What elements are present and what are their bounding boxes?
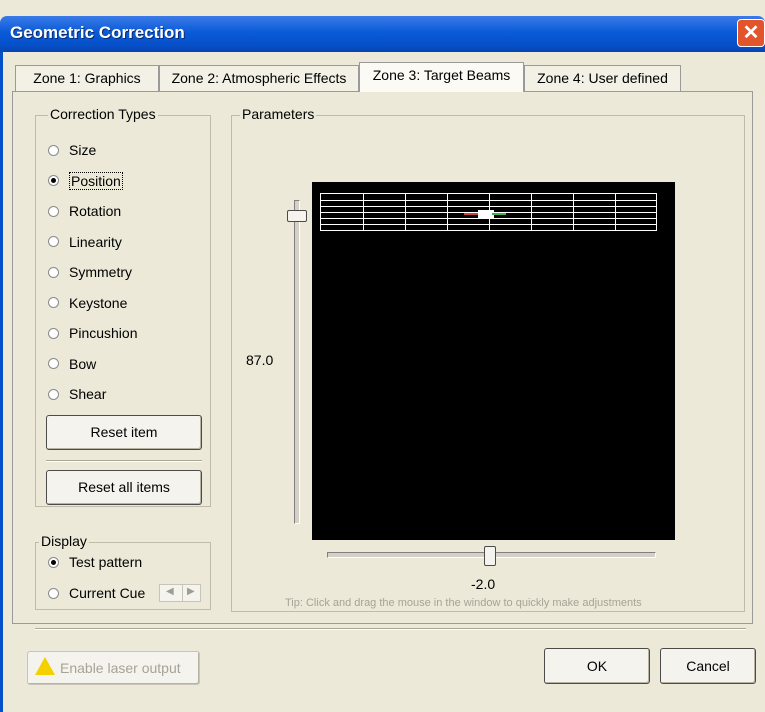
radio-shear[interactable]: Shear bbox=[48, 383, 106, 405]
tab-zone-1[interactable]: Zone 1: Graphics bbox=[15, 65, 159, 91]
radio-current-cue[interactable]: Current Cue bbox=[48, 582, 145, 604]
reset-item-label: Reset item bbox=[90, 424, 158, 440]
tab-zone-2[interactable]: Zone 2: Atmospheric Effects bbox=[159, 65, 359, 91]
ok-label: OK bbox=[586, 658, 608, 674]
radio-label: Current Cue bbox=[69, 585, 146, 601]
title-bar: Geometric Correction ✕ bbox=[0, 16, 765, 52]
vertical-slider[interactable] bbox=[283, 182, 309, 540]
radio-size[interactable]: Size bbox=[48, 139, 96, 161]
radio-label: Size bbox=[69, 142, 97, 158]
preview-window[interactable] bbox=[312, 182, 675, 540]
panel-separator bbox=[35, 628, 746, 630]
radio-bow[interactable]: Bow bbox=[48, 353, 96, 375]
radio-symmetry[interactable]: Symmetry bbox=[48, 261, 132, 283]
stepper-divider bbox=[182, 585, 183, 601]
grid-line bbox=[531, 194, 532, 230]
horizontal-value: -2.0 bbox=[471, 576, 496, 592]
grid-line bbox=[363, 194, 364, 230]
reset-item-button[interactable]: Reset item bbox=[46, 415, 202, 450]
radio-label: Pincushion bbox=[69, 325, 138, 341]
horizontal-thumb[interactable] bbox=[483, 546, 496, 566]
tab-zone-3[interactable]: Zone 3: Target Beams bbox=[359, 62, 524, 92]
laser-warning-icon bbox=[35, 657, 55, 675]
enable-laser-label: Enable laser output bbox=[60, 660, 181, 676]
radio-button[interactable] bbox=[48, 358, 59, 369]
arrow-left-icon[interactable]: ◀ bbox=[166, 586, 174, 597]
radio-label: Rotation bbox=[69, 203, 122, 219]
vertical-track bbox=[294, 200, 300, 524]
grid-line bbox=[447, 194, 448, 230]
radio-keystone[interactable]: Keystone bbox=[48, 292, 127, 314]
radio-label: Test pattern bbox=[69, 554, 143, 570]
horizontal-slider[interactable] bbox=[312, 542, 675, 568]
radio-test-pattern[interactable]: Test pattern bbox=[48, 551, 142, 573]
close-icon: ✕ bbox=[742, 22, 760, 44]
radio-button[interactable] bbox=[48, 556, 59, 568]
arrow-right-icon[interactable]: ▶ bbox=[187, 586, 195, 597]
beam-marker-green bbox=[492, 213, 506, 215]
reset-all-label: Reset all items bbox=[78, 479, 170, 495]
ok-button[interactable]: OK bbox=[544, 648, 650, 684]
tab-label: Zone 4: User defined bbox=[537, 70, 668, 86]
cancel-label: Cancel bbox=[686, 658, 730, 674]
divider bbox=[46, 460, 202, 462]
radio-label: Keystone bbox=[69, 294, 128, 311]
reset-all-items-button[interactable]: Reset all items bbox=[46, 470, 202, 505]
grid-line bbox=[573, 194, 574, 230]
tip-text: Tip: Click and drag the mouse in the win… bbox=[285, 597, 642, 609]
radio-rotation[interactable]: Rotation bbox=[48, 200, 121, 222]
radio-button[interactable] bbox=[48, 205, 59, 217]
radio-button[interactable] bbox=[48, 175, 59, 186]
enable-laser-output-button[interactable]: Enable laser output bbox=[27, 651, 200, 685]
radio-button[interactable] bbox=[48, 236, 59, 247]
display-label: Display bbox=[39, 533, 89, 549]
tab-zone-4[interactable]: Zone 4: User defined bbox=[524, 65, 681, 91]
radio-button[interactable] bbox=[48, 144, 59, 156]
radio-label: Symmetry bbox=[69, 264, 132, 280]
correction-types-label: Correction Types bbox=[48, 106, 158, 122]
radio-button[interactable] bbox=[48, 297, 59, 308]
cue-stepper[interactable]: ◀ ▶ bbox=[159, 584, 201, 602]
radio-label: Bow bbox=[69, 355, 97, 372]
tab-label: Zone 2: Atmospheric Effects bbox=[171, 70, 347, 86]
radio-button[interactable] bbox=[48, 327, 59, 339]
cancel-button[interactable]: Cancel bbox=[660, 648, 756, 684]
grid-line bbox=[615, 194, 616, 230]
radio-label: Position bbox=[69, 171, 123, 190]
vertical-value: 87.0 bbox=[246, 352, 274, 368]
radio-label: Linearity bbox=[69, 233, 122, 250]
grid-line bbox=[405, 194, 406, 230]
tab-label: Zone 3: Target Beams bbox=[372, 67, 511, 83]
radio-button[interactable] bbox=[48, 266, 59, 278]
parameters-label: Parameters bbox=[240, 106, 317, 122]
radio-button[interactable] bbox=[48, 388, 59, 400]
radio-position[interactable]: Position bbox=[48, 170, 123, 192]
radio-label: Shear bbox=[69, 386, 107, 402]
radio-button[interactable] bbox=[48, 587, 59, 599]
tab-label: Zone 1: Graphics bbox=[33, 70, 141, 86]
window-title: Geometric Correction bbox=[10, 23, 185, 42]
vertical-thumb[interactable] bbox=[287, 210, 307, 222]
radio-linearity[interactable]: Linearity bbox=[48, 231, 122, 253]
radio-pincushion[interactable]: Pincushion bbox=[48, 322, 138, 344]
close-button[interactable]: ✕ bbox=[737, 19, 765, 47]
